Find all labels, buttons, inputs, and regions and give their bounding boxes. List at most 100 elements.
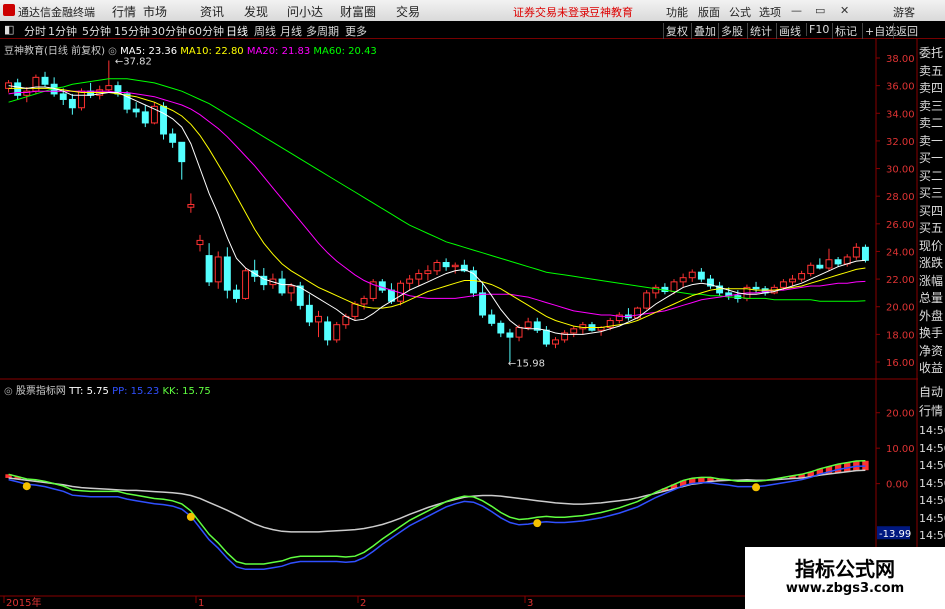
candle — [697, 268, 705, 282]
candle — [378, 279, 386, 293]
stock-title: 豆神教育(日线 前复权) — [4, 46, 105, 57]
candle — [178, 141, 186, 180]
tt-label: TT: 5.75 — [69, 386, 109, 397]
candle — [624, 308, 632, 321]
side-label: 卖三 — [919, 98, 944, 113]
indicator-tick: 20.00 — [886, 409, 915, 420]
candle — [470, 266, 477, 298]
candle — [679, 273, 687, 288]
side-label: 委托 — [919, 46, 944, 60]
candle — [68, 93, 76, 115]
candle — [661, 283, 669, 295]
main-pane-legend: 豆神教育(日线 前复权) ◎ MA5: 23.36 MA10: 22.80 MA… — [4, 42, 377, 57]
side-label: 现价 — [919, 238, 944, 253]
current-value-label: -13.99 — [879, 529, 911, 540]
side-label: 换手 — [919, 326, 944, 340]
candle — [223, 247, 231, 299]
candle — [150, 102, 158, 125]
side-time-label: 14:50 — [919, 494, 945, 507]
price-tick: 20.00 — [886, 303, 915, 314]
candle — [251, 259, 259, 282]
date-label: 3 — [527, 598, 533, 609]
side-time-label: 14:50 — [919, 459, 945, 472]
settings-icon[interactable]: ◎ — [108, 46, 117, 57]
price-tick: 36.00 — [886, 82, 915, 93]
side-time-label: 14:50 — [919, 424, 945, 437]
side-time-label: 14:50 — [919, 441, 945, 455]
price-tick: 38.00 — [886, 54, 915, 65]
price-tick: 22.00 — [886, 275, 915, 286]
signal-dot — [186, 512, 195, 521]
candle — [561, 330, 569, 343]
price-tick: 18.00 — [886, 330, 915, 341]
side-label: 卖一 — [919, 133, 944, 148]
ma5-label: MA5: 23.36 — [120, 46, 178, 57]
side-time-label: 14:50 — [919, 529, 945, 542]
candle — [533, 317, 541, 333]
signal-dot — [533, 519, 542, 528]
candle — [424, 265, 432, 281]
price-tick: 34.00 — [886, 109, 915, 120]
candle — [442, 258, 450, 271]
candle — [141, 104, 149, 128]
candle — [14, 78, 22, 100]
ma20-label: MA20: 21.83 — [246, 46, 311, 57]
candle — [315, 310, 322, 338]
candle — [23, 87, 31, 103]
candle — [333, 321, 341, 343]
side-label: 净资 — [919, 343, 944, 358]
candle — [169, 128, 177, 148]
candle — [852, 243, 860, 260]
candle — [324, 316, 332, 346]
high-price-label: ←37.82 — [115, 56, 152, 67]
candle — [789, 274, 796, 286]
candle — [816, 258, 824, 270]
pp-label: PP: 15.23 — [112, 386, 160, 397]
side-label: 收益 — [919, 361, 944, 375]
candle — [214, 251, 222, 289]
watermark-title: 指标公式网 — [795, 557, 895, 581]
kk-label: KK: 15.75 — [162, 386, 211, 397]
price-tick: 28.00 — [886, 192, 915, 203]
candle — [752, 281, 760, 293]
candle — [861, 244, 869, 263]
candle — [570, 326, 578, 338]
ma20-line — [8, 90, 866, 317]
watermark-url: www.zbgs3.com — [785, 581, 905, 596]
signal-dot — [22, 482, 31, 491]
price-tick: 16.00 — [886, 358, 915, 369]
candle — [588, 321, 596, 332]
candle — [643, 290, 651, 310]
side-label: 卖五 — [919, 63, 944, 78]
candle — [552, 337, 559, 349]
price-tick: 24.00 — [886, 247, 915, 258]
side-label: 涨跌 — [919, 256, 944, 270]
candle — [652, 284, 660, 299]
candle — [497, 320, 505, 338]
side-label: 外盘 — [919, 308, 944, 323]
side-label: 总量 — [919, 291, 944, 305]
date-label: 1 — [198, 598, 204, 609]
candle — [50, 77, 58, 97]
candle — [506, 328, 514, 363]
candle — [41, 71, 49, 88]
side-label: 涨幅 — [919, 273, 944, 288]
candle — [579, 321, 587, 335]
indicator-settings-icon[interactable]: ◎ — [4, 386, 13, 397]
stock-chart[interactable]: ←37.82←15.98 38.0036.0034.0032.0030.0028… — [0, 0, 945, 609]
side-label-2[interactable]: 行情 — [919, 402, 943, 419]
side-time-label: 14:50 — [919, 511, 945, 525]
ma10-label: MA10: 22.80 — [180, 46, 244, 57]
side-label: 买二 — [919, 168, 944, 183]
watermark: 指标公式网 www.zbgs3.com — [745, 547, 945, 609]
side-label: 卖二 — [919, 116, 944, 130]
candle — [825, 248, 833, 271]
candle — [105, 60, 113, 93]
sub-pane-legend: ◎ 股票指标网 TT: 5.75 PP: 15.23 KK: 15.75 — [4, 382, 211, 397]
date-label: 2015年 — [6, 596, 41, 609]
side-label-2[interactable]: 自动 — [919, 383, 943, 400]
candle — [132, 102, 140, 118]
side-label: 买三 — [919, 186, 944, 200]
price-tick: 26.00 — [886, 220, 915, 231]
candle — [798, 270, 806, 282]
